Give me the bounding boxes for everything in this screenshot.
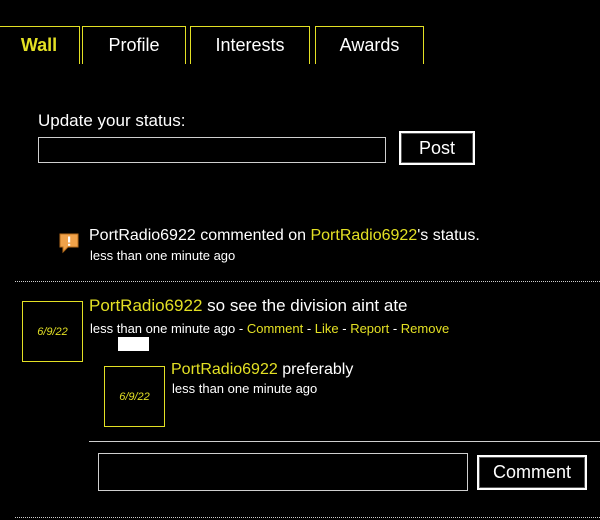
avatar-text: 6/9/22 [37, 325, 68, 338]
notification-target-link[interactable]: PortRadio6922 [310, 227, 417, 244]
post-separator: - [338, 321, 351, 336]
comment-divider [89, 441, 600, 442]
post-user-link[interactable]: PortRadio6922 [89, 296, 202, 315]
profile-tabs: Wall Profile Interests Awards [0, 26, 600, 66]
comment-link[interactable]: Comment [247, 321, 303, 336]
post-separator: - [235, 321, 247, 336]
post-text: PortRadio6922 so see the division aint a… [89, 296, 408, 316]
comment-button[interactable]: Comment [477, 455, 587, 490]
post-separator: - [303, 321, 315, 336]
status-label: Update your status: [38, 111, 186, 130]
remove-link[interactable]: Remove [401, 321, 449, 336]
comment-bubble-icon [59, 233, 79, 254]
reply-time: less than one minute ago [172, 381, 318, 396]
post-separator: - [389, 321, 401, 336]
tab-wall[interactable]: Wall [0, 26, 80, 64]
like-link[interactable]: Like [315, 321, 339, 336]
avatar-text: 6/9/22 [119, 390, 150, 403]
reply-user-link[interactable]: PortRadio6922 [171, 361, 278, 378]
notification-end-text: 's status. [417, 227, 480, 244]
reply-text: PortRadio6922 preferably [171, 361, 353, 379]
feed-divider-bottom [15, 517, 600, 518]
post-meta: less than one minute ago - Comment - Lik… [90, 320, 449, 338]
post-button[interactable]: Post [399, 131, 475, 165]
status-input[interactable] [38, 137, 386, 163]
tab-awards[interactable]: Awards [315, 26, 424, 64]
notification-text: PortRadio6922 commented on PortRadio6922… [89, 227, 480, 245]
post-time: less than one minute ago [90, 321, 236, 336]
notification-time: less than one minute ago [90, 248, 236, 263]
comment-input[interactable] [98, 453, 468, 491]
post-body: so see the division aint ate [202, 296, 408, 315]
tab-profile[interactable]: Profile [82, 26, 186, 64]
avatar[interactable]: 6/9/22 [22, 301, 83, 362]
tab-interests[interactable]: Interests [190, 26, 310, 64]
feed-divider [15, 281, 600, 282]
reply-body: preferably [277, 361, 354, 378]
notification-mid-text: commented on [195, 227, 311, 244]
blank-block [118, 337, 149, 351]
reply-avatar[interactable]: 6/9/22 [104, 366, 165, 427]
report-link[interactable]: Report [350, 321, 389, 336]
notification-user: PortRadio6922 [89, 227, 196, 244]
